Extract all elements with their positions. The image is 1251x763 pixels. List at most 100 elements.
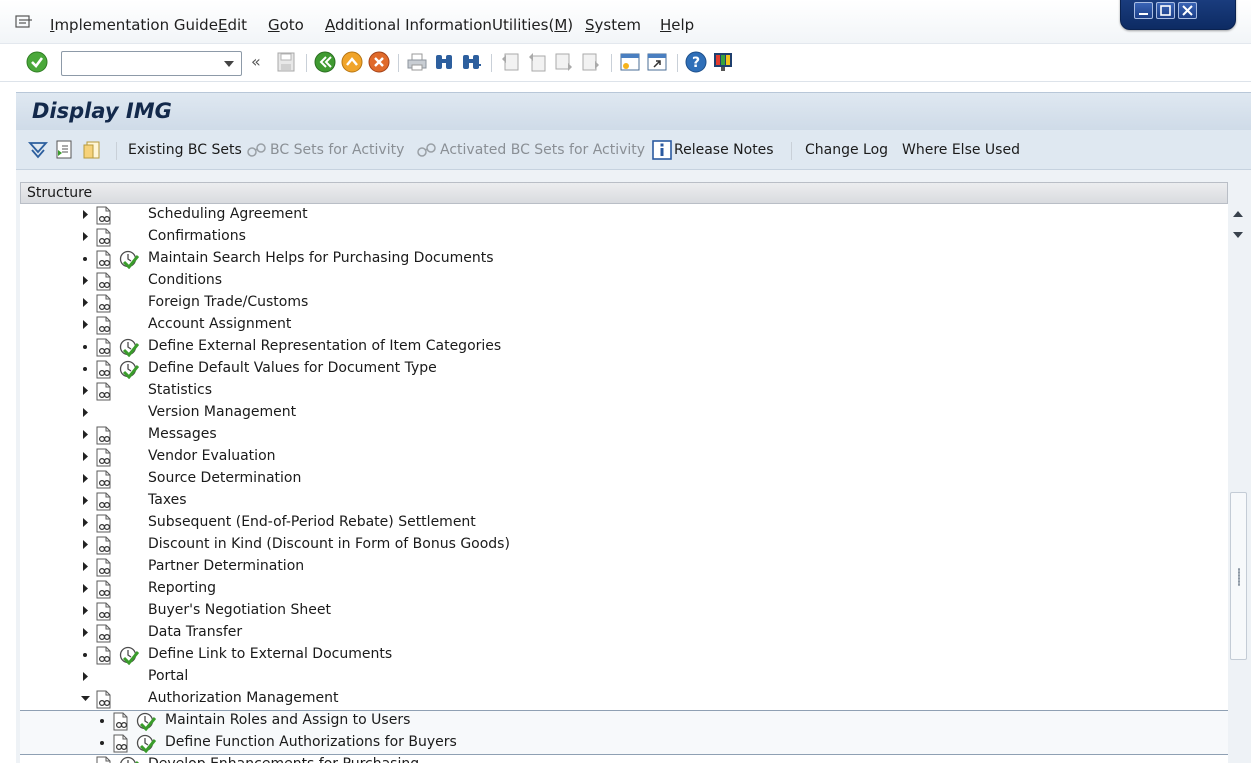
collapse-chevrons-icon[interactable]: « xyxy=(251,52,261,71)
tree-node[interactable]: Taxes xyxy=(20,490,1228,512)
previous-page-icon[interactable] xyxy=(526,51,548,73)
structure-column-header[interactable]: Structure xyxy=(20,182,1228,204)
scroll-up-icon[interactable] xyxy=(1233,211,1243,217)
documentation-icon[interactable] xyxy=(95,228,113,247)
documentation-icon[interactable] xyxy=(95,690,113,709)
tree-node-label[interactable]: Partner Determination xyxy=(148,558,304,574)
documentation-icon[interactable] xyxy=(95,492,113,511)
expand-arrow-icon[interactable] xyxy=(80,468,92,490)
cancel-icon[interactable] xyxy=(368,51,390,73)
menu-additional-information[interactable]: Additional Information xyxy=(325,16,492,34)
documentation-icon[interactable] xyxy=(95,316,113,335)
tree-node[interactable]: Define External Representation of Item C… xyxy=(20,336,1228,358)
tree-node-label[interactable]: Define Function Authorizations for Buyer… xyxy=(165,734,457,750)
documentation-icon[interactable] xyxy=(95,580,113,599)
tree-node-label[interactable]: Define Link to External Documents xyxy=(148,646,392,662)
activated-bc-sets-button[interactable]: Activated BC Sets for Activity xyxy=(416,138,645,162)
execute-activity-icon[interactable] xyxy=(119,338,139,357)
expand-arrow-icon[interactable] xyxy=(80,512,92,534)
execute-activity-icon[interactable] xyxy=(136,734,156,753)
tree-node[interactable]: Develop Enhancements for Purchasing xyxy=(20,754,1228,763)
menu-edit[interactable]: Edit xyxy=(218,16,247,34)
expand-arrow-icon[interactable] xyxy=(80,204,92,226)
menu-icon[interactable] xyxy=(15,15,33,29)
create-session-icon[interactable] xyxy=(619,51,641,73)
scroll-down-icon[interactable] xyxy=(1233,232,1243,238)
menu-help[interactable]: Help xyxy=(660,16,694,34)
create-shortcut-icon[interactable] xyxy=(646,51,668,73)
tree-node[interactable]: Define Default Values for Document Type xyxy=(20,358,1228,380)
expand-arrow-icon[interactable] xyxy=(80,490,92,512)
tree-node-label[interactable]: Portal xyxy=(148,668,188,684)
documentation-icon[interactable] xyxy=(95,272,113,291)
expand-arrow-icon[interactable] xyxy=(80,622,92,644)
tree-node-label[interactable]: Scheduling Agreement xyxy=(148,206,308,222)
where-else-used-button[interactable]: Where Else Used xyxy=(902,138,1020,162)
expand-arrow-icon[interactable] xyxy=(80,534,92,556)
customize-layout-icon[interactable] xyxy=(712,51,734,73)
tree-node[interactable]: Partner Determination xyxy=(20,556,1228,578)
tree-child-node[interactable]: Maintain Roles and Assign to Users xyxy=(20,710,1228,732)
tree-node-label[interactable]: Data Transfer xyxy=(148,624,242,640)
enter-check-icon[interactable] xyxy=(26,51,48,73)
tree-node[interactable]: Statistics xyxy=(20,380,1228,402)
tree-node-label[interactable]: Discount in Kind (Discount in Form of Bo… xyxy=(148,536,510,552)
save-icon[interactable] xyxy=(275,51,297,73)
release-info-icon[interactable] xyxy=(82,139,102,160)
existing-bc-sets-button[interactable]: Existing BC Sets xyxy=(128,138,242,162)
tree-node-label[interactable]: Define External Representation of Item C… xyxy=(148,338,501,354)
tree-node-label[interactable]: Source Determination xyxy=(148,470,301,486)
find-icon[interactable] xyxy=(433,51,455,73)
documentation-icon[interactable] xyxy=(95,470,113,489)
next-page-icon[interactable] xyxy=(553,51,575,73)
command-field[interactable] xyxy=(61,51,242,76)
documentation-icon[interactable] xyxy=(95,756,113,763)
print-icon[interactable] xyxy=(406,51,428,73)
expand-subtree-icon[interactable] xyxy=(28,140,48,160)
tree-node[interactable]: Conditions xyxy=(20,270,1228,292)
menu-utilities[interactable]: Utilities(M) xyxy=(492,16,573,34)
tree-node-label[interactable]: Conditions xyxy=(148,272,222,288)
documentation-icon[interactable] xyxy=(95,426,113,445)
release-notes-button[interactable]: Release Notes xyxy=(652,138,774,162)
tree-node-label[interactable]: Maintain Search Helps for Purchasing Doc… xyxy=(148,250,494,266)
documentation-icon[interactable] xyxy=(95,382,113,401)
tree-node-label[interactable]: Confirmations xyxy=(148,228,246,244)
expand-arrow-icon[interactable] xyxy=(80,666,92,688)
documentation-icon[interactable] xyxy=(95,294,113,313)
tree-node-label[interactable]: Authorization Management xyxy=(148,690,338,706)
expand-arrow-icon[interactable] xyxy=(80,556,92,578)
documentation-icon[interactable] xyxy=(95,514,113,533)
vertical-scrollbar[interactable] xyxy=(1228,204,1249,763)
tree-node-label[interactable]: Account Assignment xyxy=(148,316,291,332)
documentation-icon[interactable] xyxy=(112,712,130,731)
documentation-icon[interactable] xyxy=(95,250,113,269)
tree-node[interactable]: Reporting xyxy=(20,578,1228,600)
documentation-icon[interactable] xyxy=(95,646,113,665)
tree-node-label[interactable]: Version Management xyxy=(148,404,296,420)
expand-arrow-icon[interactable] xyxy=(80,292,92,314)
menu-system[interactable]: System xyxy=(585,16,641,34)
maximize-icon[interactable] xyxy=(1156,2,1175,19)
documentation-icon[interactable] xyxy=(95,360,113,379)
tree-node[interactable]: Messages xyxy=(20,424,1228,446)
change-log-button[interactable]: Change Log xyxy=(805,138,888,162)
execute-activity-icon[interactable] xyxy=(119,756,139,763)
expand-arrow-icon[interactable] xyxy=(80,380,92,402)
tree-node[interactable]: Version Management xyxy=(20,402,1228,424)
documentation-icon[interactable] xyxy=(95,536,113,555)
tree-node[interactable]: Buyer's Negotiation Sheet xyxy=(20,600,1228,622)
tree-node-label[interactable]: Define Default Values for Document Type xyxy=(148,360,437,376)
tree-node[interactable]: Scheduling Agreement xyxy=(20,204,1228,226)
tree-node[interactable]: Data Transfer xyxy=(20,622,1228,644)
expand-arrow-icon[interactable] xyxy=(80,226,92,248)
documentation-icon[interactable] xyxy=(112,734,130,753)
execute-activity-icon[interactable] xyxy=(119,646,139,665)
tree-node[interactable]: Subsequent (End-of-Period Rebate) Settle… xyxy=(20,512,1228,534)
tree-node-label[interactable]: Statistics xyxy=(148,382,212,398)
tree-node-label[interactable]: Messages xyxy=(148,426,217,442)
expand-arrow-icon[interactable] xyxy=(80,402,92,424)
bc-sets-for-activity-button[interactable]: BC Sets for Activity xyxy=(246,138,404,162)
documentation-icon[interactable] xyxy=(95,558,113,577)
tree-node-label[interactable]: Vendor Evaluation xyxy=(148,448,276,464)
